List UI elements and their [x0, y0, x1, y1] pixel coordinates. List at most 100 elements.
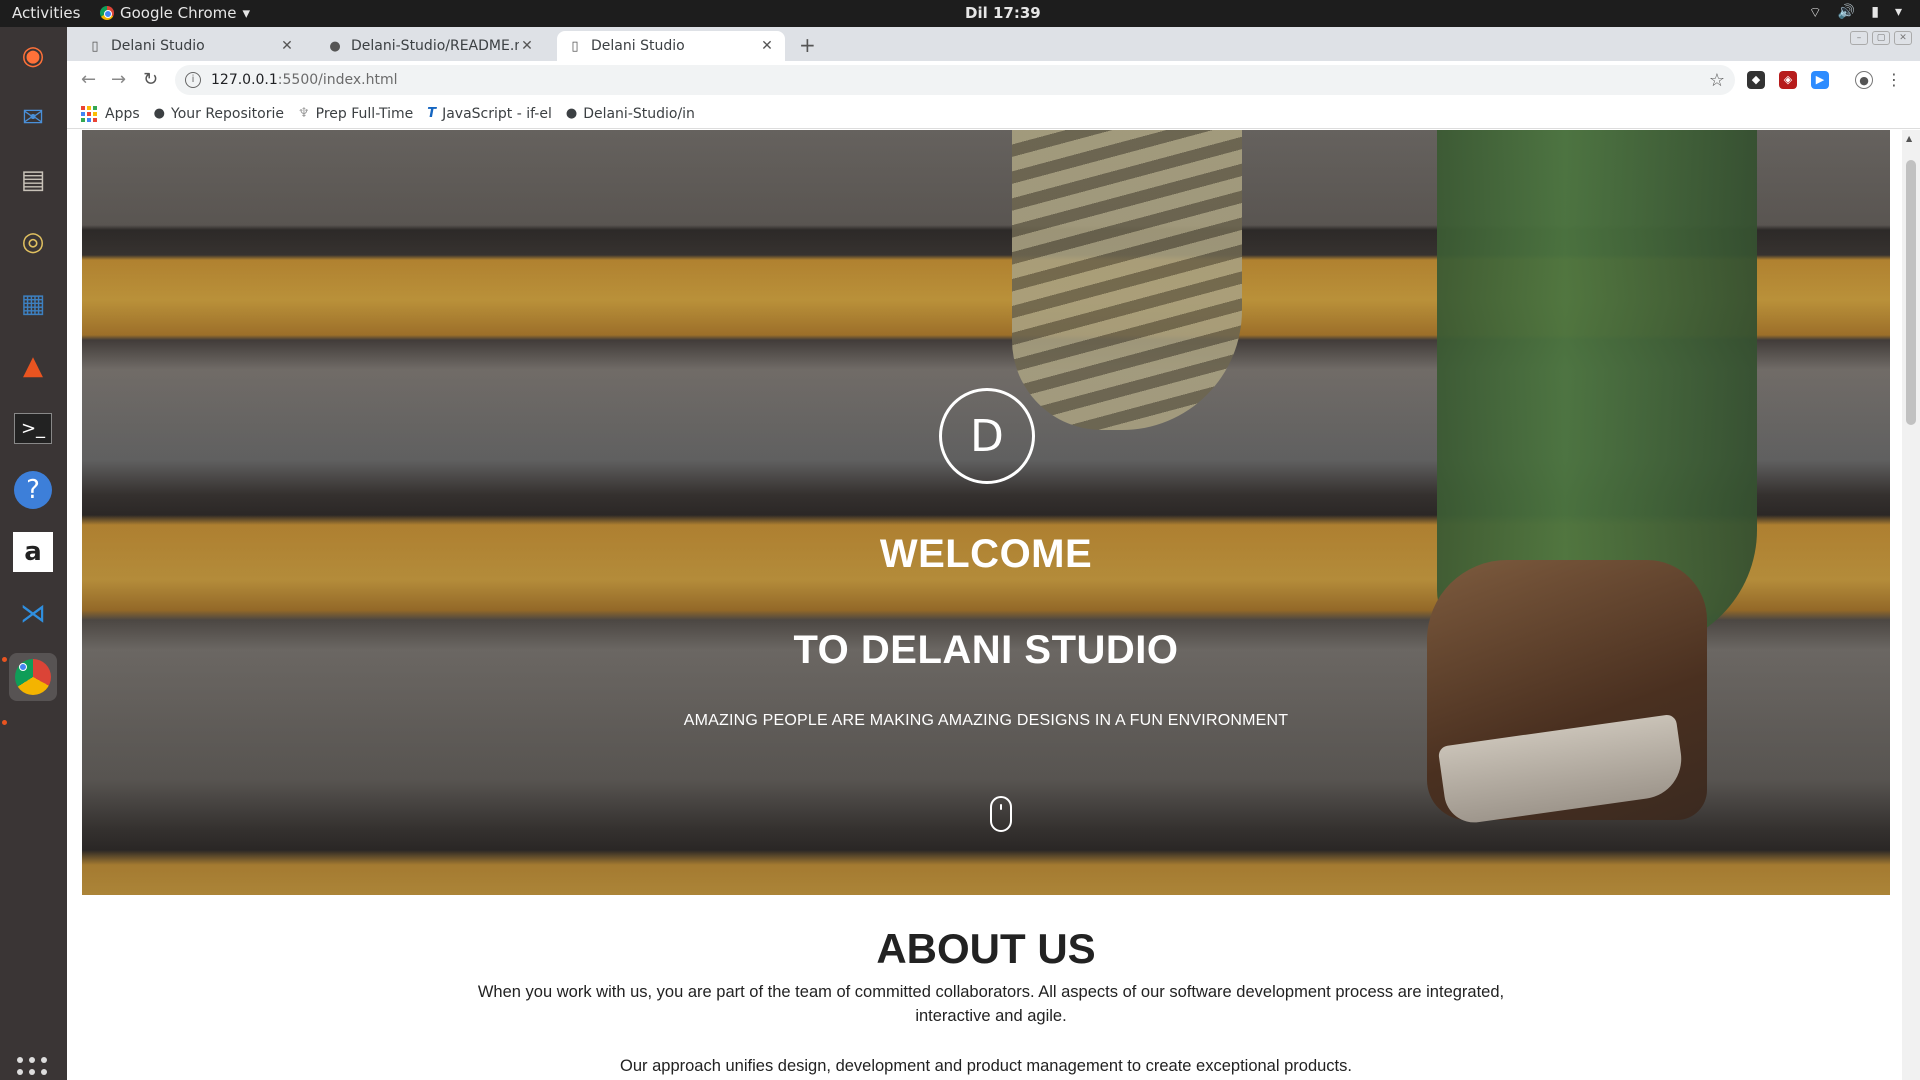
activities-button[interactable]: Activities: [12, 4, 80, 22]
bookmark-your-repositories[interactable]: ● Your Repositorie: [154, 106, 284, 122]
close-icon[interactable]: ✕: [279, 38, 295, 54]
wifi-icon: ⌔: [1808, 5, 1822, 21]
app-menu-label: Google Chrome: [120, 4, 237, 22]
reload-icon[interactable]: ↻: [143, 69, 158, 90]
tab-readme[interactable]: ● Delani-Studio/README.m ✕: [317, 31, 545, 61]
vscode-icon: ⋊: [20, 599, 46, 629]
bookmark-prep-full-time[interactable]: ♆ Prep Full-Time: [298, 106, 413, 122]
minimize-button[interactable]: –: [1850, 31, 1868, 45]
logo-d: D: [939, 388, 1035, 484]
system-top-bar: Activities Google Chrome ▾ Dil 17:39 ⌔ 🔊…: [0, 0, 1920, 27]
url-host: 127.0.0.1: [211, 72, 278, 88]
firefox-icon: ◉: [21, 41, 45, 71]
site-info-icon[interactable]: i: [185, 72, 201, 88]
bookmarks-bar: Apps ● Your Repositorie ♆ Prep Full-Time…: [67, 99, 1920, 129]
address-bar[interactable]: i 127.0.0.1:5500/index.html ☆: [175, 65, 1735, 95]
back-arrow-icon[interactable]: ←: [81, 69, 96, 90]
thunderbird-launcher[interactable]: ✉: [9, 94, 57, 142]
page-icon: ▯: [571, 38, 579, 54]
hero-subtitle: AMAZING PEOPLE ARE MAKING AMAZING DESIGN…: [683, 712, 1289, 729]
scrollbar-thumb[interactable]: [1906, 160, 1916, 425]
volume-icon: 🔊: [1837, 4, 1856, 20]
tab-delani-studio-active[interactable]: ▯ Delani Studio ✕: [557, 31, 785, 61]
document-icon: ▦: [20, 289, 46, 319]
firefox-launcher[interactable]: ◉: [9, 32, 57, 80]
ublock-icon[interactable]: ◈: [1779, 71, 1797, 89]
thunderbird-icon: ✉: [22, 103, 44, 133]
profile-icon[interactable]: ●: [1855, 71, 1873, 89]
clock[interactable]: Dil 17:39: [965, 4, 1041, 22]
github-icon: ●: [153, 106, 165, 121]
zoom-extension-icon[interactable]: ▶: [1811, 71, 1829, 89]
tab-delani-studio-1[interactable]: ▯ Delani Studio ✕: [77, 31, 305, 61]
files-icon: ▤: [20, 165, 46, 195]
window-controls: – ▢ ✕: [1850, 31, 1912, 45]
amazon-icon: a: [13, 532, 53, 572]
close-window-button[interactable]: ✕: [1894, 31, 1912, 45]
page-scrollbar[interactable]: ▲: [1902, 130, 1920, 1080]
tab-title: Delani Studio: [111, 38, 205, 54]
hero-shoe-sole-image: [1012, 130, 1242, 430]
speaker-icon: ◎: [21, 227, 45, 257]
close-icon[interactable]: ✕: [759, 38, 775, 54]
software-launcher[interactable]: ▲: [9, 342, 57, 390]
about-paragraph-1: When you work with us, you are part of t…: [477, 983, 1505, 1025]
bookmark-apps[interactable]: Apps: [81, 105, 140, 122]
js-icon: T: [427, 106, 437, 121]
bookmark-label: JavaScript - if-el: [442, 105, 552, 122]
maximize-button[interactable]: ▢: [1872, 31, 1890, 45]
tab-title: Delani Studio: [591, 38, 685, 54]
hero-section: D WELCOME TO DELANI STUDIO AMAZING PEOPL…: [82, 130, 1890, 895]
github-icon: ●: [565, 106, 578, 121]
battery-icon: ▮: [1871, 4, 1879, 20]
bookmark-label: Prep Full-Time: [315, 105, 414, 122]
scroll-up-arrow-icon[interactable]: ▲: [1906, 134, 1912, 143]
bookmark-delani-studio[interactable]: ● Delani-Studio/in: [566, 106, 695, 122]
apps-grid-icon: [81, 105, 97, 122]
help-icon: ?: [14, 471, 52, 509]
tab-strip: ▯ Delani Studio ✕ ● Delani-Studio/README…: [67, 27, 1920, 61]
forward-arrow-icon[interactable]: →: [111, 69, 126, 90]
help-launcher[interactable]: ?: [9, 466, 57, 514]
page-viewport[interactable]: D WELCOME TO DELANI STUDIO AMAZING PEOPL…: [67, 130, 1920, 1080]
chrome-icon: [100, 6, 114, 20]
rhythmbox-launcher[interactable]: ◎: [9, 218, 57, 266]
chrome-icon: [15, 659, 51, 695]
bookmark-label: Delani-Studio/in: [583, 105, 695, 122]
show-applications-icon[interactable]: [17, 1057, 47, 1080]
bookmark-javascript-if-else[interactable]: T JavaScript - if-el: [427, 106, 552, 122]
ubuntu-dock: ◉ ✉ ▤ ◎ ▦ ▲ >_ ? a ⋊: [0, 27, 67, 1080]
new-tab-button[interactable]: +: [799, 33, 816, 57]
software-center-icon: ▲: [23, 351, 43, 381]
app-menu[interactable]: Google Chrome ▾: [100, 4, 250, 22]
caret-down-icon: ▾: [242, 4, 251, 22]
bookmark-label: Your Repositorie: [171, 105, 284, 122]
bookmark-label: Apps: [105, 105, 140, 122]
amazon-launcher[interactable]: a: [9, 528, 57, 576]
github-icon: ●: [329, 38, 341, 54]
chrome-window: ▯ Delani Studio ✕ ● Delani-Studio/README…: [67, 27, 1920, 1080]
vscode-launcher[interactable]: ⋊: [9, 590, 57, 638]
hero-title-studio: TO DELANI STUDIO: [793, 628, 1179, 672]
prep-icon: ♆: [298, 106, 310, 121]
running-indicator: [2, 720, 7, 725]
terminal-icon: >_: [13, 412, 53, 444]
terminal-launcher[interactable]: >_: [9, 404, 57, 452]
hero-title-welcome: WELCOME: [879, 532, 1093, 576]
chrome-launcher[interactable]: [9, 653, 57, 701]
about-paragraph-2: Our approach unifies design, development…: [620, 1057, 1352, 1075]
about-title: ABOUT US: [876, 925, 1096, 972]
running-indicator: [2, 657, 7, 662]
chevron-down-icon: ▾: [1894, 4, 1902, 20]
extension-cube-icon[interactable]: ◆: [1747, 71, 1765, 89]
page-icon: ▯: [91, 38, 99, 54]
scroll-mouse-icon[interactable]: [990, 796, 1012, 832]
browser-toolbar: ← → ↻ i 127.0.0.1:5500/index.html ☆ ◆ ◈ …: [67, 61, 1920, 99]
menu-kebab-icon[interactable]: ⋮: [1885, 71, 1903, 89]
bookmark-star-icon[interactable]: ☆: [1709, 70, 1725, 91]
files-launcher[interactable]: ▤: [9, 156, 57, 204]
writer-launcher[interactable]: ▦: [9, 280, 57, 328]
close-icon[interactable]: ✕: [519, 38, 535, 54]
url-path: :5500/index.html: [277, 72, 398, 88]
system-tray[interactable]: ⌔ 🔊 ▮ ▾: [1809, 4, 1902, 22]
